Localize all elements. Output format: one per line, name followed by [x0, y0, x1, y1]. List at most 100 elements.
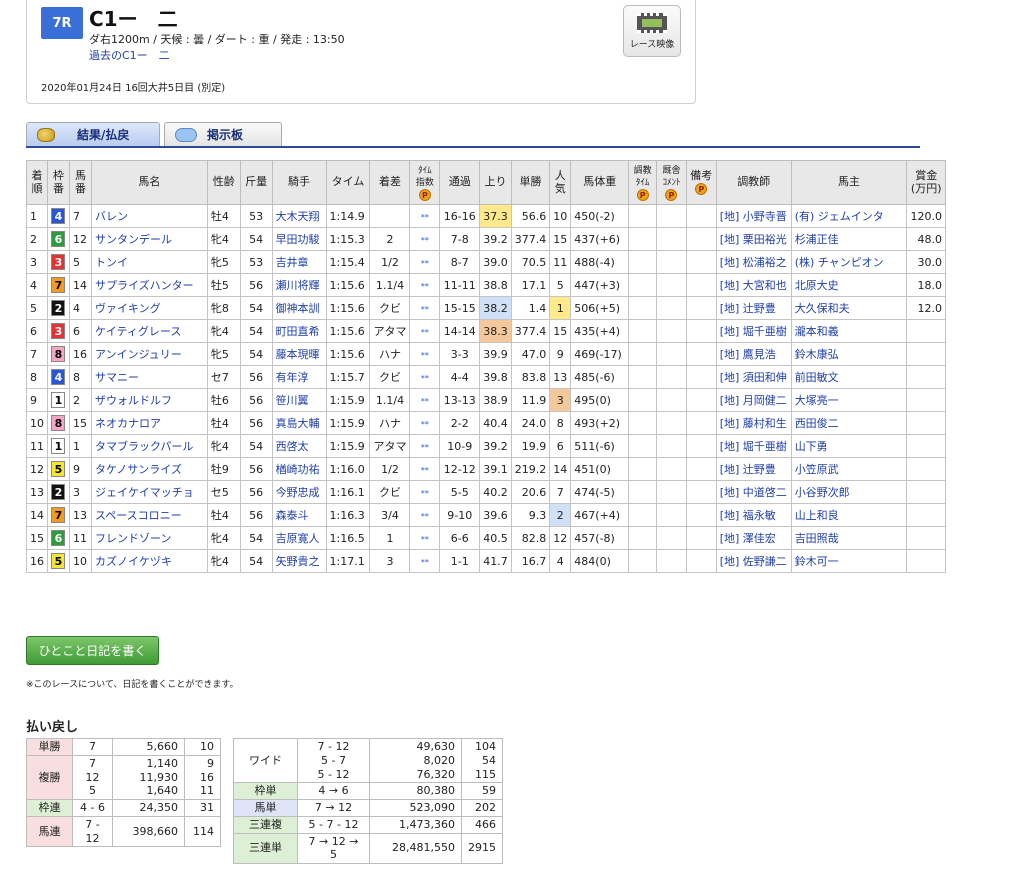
cell-horse-name[interactable]: バレン: [90, 204, 208, 228]
cell-owner[interactable]: 大久保和夫: [790, 296, 908, 320]
horse-name-link[interactable]: サプライズハンター: [95, 279, 194, 292]
trainer-link[interactable]: [地] 中道啓二: [720, 486, 787, 499]
cell-trainer[interactable]: [地] 辻野豊: [715, 296, 792, 320]
cell-trainer[interactable]: [地] 佐野謙二: [715, 549, 792, 573]
horse-name-link[interactable]: タマブラックパール: [95, 440, 193, 453]
owner-link[interactable]: 大塚亮一: [795, 394, 839, 407]
cell-horse-name[interactable]: サンタンデール: [90, 227, 208, 251]
jockey-link[interactable]: 有年淳: [276, 371, 309, 384]
cell-horse-name[interactable]: ヴァイキング: [90, 296, 208, 320]
owner-link[interactable]: 小谷野次郎: [795, 486, 850, 499]
trainer-link[interactable]: [地] 栗田裕光: [720, 233, 787, 246]
cell-owner[interactable]: 鈴木康弘: [790, 342, 908, 366]
jockey-link[interactable]: 楢崎功祐: [276, 463, 320, 476]
cell-horse-name[interactable]: タケノサンライズ: [90, 457, 208, 481]
race-video-button[interactable]: レース映像: [623, 5, 681, 57]
horse-name-link[interactable]: アンインジュリー: [95, 348, 182, 361]
owner-link[interactable]: 山下勇: [795, 440, 828, 453]
cell-jockey[interactable]: 吉原寛人: [271, 526, 327, 550]
cell-jockey[interactable]: 森泰斗: [271, 503, 327, 527]
cell-trainer[interactable]: [地] 堀千亜樹: [715, 319, 792, 343]
cell-jockey[interactable]: 町田直希: [271, 319, 327, 343]
owner-link[interactable]: 鈴木可一: [795, 555, 839, 568]
owner-link[interactable]: (株) チャンピオン: [795, 256, 884, 269]
cell-jockey[interactable]: 西啓太: [271, 434, 327, 458]
cell-horse-name[interactable]: ネオカナロア: [90, 411, 208, 435]
owner-link[interactable]: 西田俊二: [795, 417, 839, 430]
horse-name-link[interactable]: フレンドゾーン: [95, 532, 171, 545]
cell-horse-name[interactable]: ザウォルドルフ: [90, 388, 208, 412]
owner-link[interactable]: 北原大史: [795, 279, 839, 292]
jockey-link[interactable]: 吉井章: [276, 256, 309, 269]
horse-name-link[interactable]: トンイ: [95, 256, 128, 269]
cell-horse-name[interactable]: フレンドゾーン: [90, 526, 208, 550]
past-races-link[interactable]: 過去のC1ー 二: [89, 47, 170, 63]
jockey-link[interactable]: 森泰斗: [276, 509, 309, 522]
jockey-link[interactable]: 藤本現暉: [276, 348, 320, 361]
cell-horse-name[interactable]: タマブラックパール: [90, 434, 208, 458]
owner-link[interactable]: 前田敏文: [795, 371, 839, 384]
trainer-link[interactable]: [地] 月岡健二: [720, 394, 787, 407]
cell-owner[interactable]: 大塚亮一: [790, 388, 908, 412]
cell-trainer[interactable]: [地] 栗田裕光: [715, 227, 792, 251]
cell-horse-name[interactable]: サマニー: [90, 365, 208, 389]
horse-name-link[interactable]: タケノサンライズ: [95, 463, 182, 476]
owner-link[interactable]: 大久保和夫: [795, 302, 850, 315]
horse-name-link[interactable]: ザウォルドルフ: [95, 394, 172, 407]
cell-trainer[interactable]: [地] 大宮和也: [715, 273, 792, 297]
cell-horse-name[interactable]: トンイ: [90, 250, 208, 274]
owner-link[interactable]: 鈴木康弘: [795, 348, 839, 361]
cell-owner[interactable]: 北原大史: [790, 273, 908, 297]
owner-link[interactable]: 杉浦正佳: [795, 233, 839, 246]
jockey-link[interactable]: 矢野貴之: [276, 555, 320, 568]
cell-trainer[interactable]: [地] 堀千亜樹: [715, 434, 792, 458]
cell-trainer[interactable]: [地] 中道啓二: [715, 480, 792, 504]
horse-name-link[interactable]: カズノイケヅキ: [95, 555, 172, 568]
trainer-link[interactable]: [地] 堀千亜樹: [720, 325, 787, 338]
horse-name-link[interactable]: サンタンデール: [95, 233, 172, 246]
cell-owner[interactable]: 瀧本和義: [790, 319, 908, 343]
trainer-link[interactable]: [地] 小野寺晋: [720, 210, 787, 223]
trainer-link[interactable]: [地] 松浦裕之: [720, 256, 787, 269]
cell-jockey[interactable]: 吉井章: [271, 250, 327, 274]
jockey-link[interactable]: 大木天翔: [276, 210, 320, 223]
horse-name-link[interactable]: サマニー: [95, 371, 139, 384]
cell-owner[interactable]: 山上和良: [790, 503, 908, 527]
owner-link[interactable]: 吉田照哉: [795, 532, 839, 545]
jockey-link[interactable]: 早田功駿: [276, 233, 320, 246]
jockey-link[interactable]: 笹川翼: [276, 394, 309, 407]
cell-trainer[interactable]: [地] 月岡健二: [715, 388, 792, 412]
cell-horse-name[interactable]: ジェイケイマッチョ: [90, 480, 208, 504]
owner-link[interactable]: 山上和良: [795, 509, 839, 522]
cell-jockey[interactable]: 御神本訓: [271, 296, 327, 320]
cell-trainer[interactable]: [地] 辻野豊: [715, 457, 792, 481]
cell-owner[interactable]: (株) チャンピオン: [790, 250, 908, 274]
cell-owner[interactable]: 前田敏文: [790, 365, 908, 389]
trainer-link[interactable]: [地] 藤村和生: [720, 417, 787, 430]
cell-trainer[interactable]: [地] 鷹見浩: [715, 342, 792, 366]
cell-jockey[interactable]: 真島大輔: [271, 411, 327, 435]
owner-link[interactable]: 小笠原武: [795, 463, 839, 476]
cell-jockey[interactable]: 矢野貴之: [271, 549, 327, 573]
cell-owner[interactable]: 小谷野次郎: [790, 480, 908, 504]
cell-owner[interactable]: 西田俊二: [790, 411, 908, 435]
cell-trainer[interactable]: [地] 小野寺晋: [715, 204, 792, 228]
jockey-link[interactable]: 吉原寛人: [276, 532, 320, 545]
cell-jockey[interactable]: 今野忠成: [271, 480, 327, 504]
cell-jockey[interactable]: 楢崎功祐: [271, 457, 327, 481]
trainer-link[interactable]: [地] 澤佳宏: [720, 532, 776, 545]
cell-horse-name[interactable]: サプライズハンター: [90, 273, 208, 297]
trainer-link[interactable]: [地] 辻野豊: [720, 463, 776, 476]
jockey-link[interactable]: 真島大輔: [276, 417, 320, 430]
jockey-link[interactable]: 瀬川将輝: [276, 279, 320, 292]
horse-name-link[interactable]: ネオカナロア: [95, 417, 161, 430]
jockey-link[interactable]: 今野忠成: [276, 486, 320, 499]
cell-horse-name[interactable]: ケイティグレース: [90, 319, 208, 343]
trainer-link[interactable]: [地] 福永敏: [720, 509, 776, 522]
trainer-link[interactable]: [地] 辻野豊: [720, 302, 776, 315]
cell-horse-name[interactable]: カズノイケヅキ: [90, 549, 208, 573]
cell-owner[interactable]: 小笠原武: [790, 457, 908, 481]
owner-link[interactable]: 瀧本和義: [795, 325, 839, 338]
cell-trainer[interactable]: [地] 福永敏: [715, 503, 792, 527]
cell-trainer[interactable]: [地] 須田和伸: [715, 365, 792, 389]
